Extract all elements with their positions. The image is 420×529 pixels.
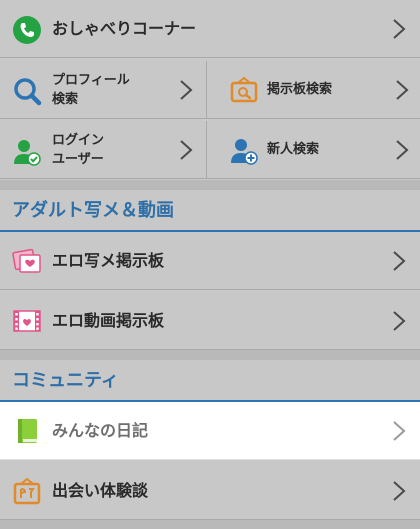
menu-row-users: ログイン ユーザー 新人検索	[0, 121, 420, 179]
chevron-right-icon	[179, 79, 193, 101]
menu-item-label: エロ動画掲示板	[52, 311, 165, 330]
book-icon	[12, 416, 42, 446]
phone-icon	[12, 15, 42, 45]
menu-item-label: 新人検索	[267, 142, 320, 157]
chevron-right-icon	[392, 18, 406, 40]
menu-item-label: 出会い体験談	[52, 481, 149, 500]
menu-item-label: 掲示板検索	[267, 82, 333, 97]
menu-item-label: エロ写メ掲示板	[52, 251, 165, 270]
chevron-right-icon	[179, 139, 193, 161]
menu-item-label-line2: 検索	[52, 92, 79, 107]
menu-item-profile-search[interactable]: プロフィール 検索	[0, 61, 207, 118]
chevron-right-icon	[395, 139, 409, 161]
section-title: コミュニティ	[12, 370, 119, 391]
story-icon	[12, 476, 42, 506]
menu-row-search: プロフィール 検索 掲示板検索	[0, 61, 420, 119]
menu-item-everyone-diary[interactable]: みんなの日記	[0, 402, 420, 460]
bottom-gap	[0, 520, 420, 529]
menu-item-erotic-photo-board[interactable]: エロ写メ掲示板	[0, 232, 420, 290]
menu-item-label-line1: ログイン	[52, 133, 105, 148]
photos-icon	[12, 246, 42, 276]
menu-item-label: みんなの日記	[52, 421, 149, 440]
section-title: アダルト写メ＆動画	[12, 200, 174, 221]
menu-item-label: おしゃべりコーナー	[52, 19, 197, 38]
film-icon	[12, 306, 42, 336]
section-gap	[0, 180, 420, 190]
menu-item-label-line1: プロフィール	[52, 73, 130, 88]
menu-item-label-line2: ユーザー	[52, 152, 104, 167]
menu-item-encounter-stories[interactable]: 出会い体験談	[0, 462, 420, 520]
chevron-right-icon	[395, 79, 409, 101]
user-plus-icon	[229, 136, 259, 166]
menu-item-login-users[interactable]: ログイン ユーザー	[0, 121, 207, 178]
menu-page: おしゃべりコーナー プロフィール 検索 掲示板検索 ログイン ユーザー 新人検索…	[0, 0, 420, 529]
chevron-right-icon	[392, 420, 406, 442]
menu-item-erotic-video-board[interactable]: エロ動画掲示板	[0, 292, 420, 350]
board-icon	[229, 75, 259, 105]
menu-item-chat-corner[interactable]: おしゃべりコーナー	[0, 0, 420, 58]
chevron-right-icon	[392, 480, 406, 502]
chevron-right-icon	[392, 250, 406, 272]
chevron-right-icon	[392, 310, 406, 332]
section-gap	[0, 350, 420, 360]
menu-item-board-search[interactable]: 掲示板検索	[207, 61, 420, 118]
menu-item-newcomer-search[interactable]: 新人検索	[207, 121, 420, 178]
section-header-community: コミュニティ	[0, 360, 420, 402]
section-header-adult: アダルト写メ＆動画	[0, 190, 420, 232]
user-check-icon	[12, 137, 42, 167]
magnifier-icon	[12, 76, 42, 106]
